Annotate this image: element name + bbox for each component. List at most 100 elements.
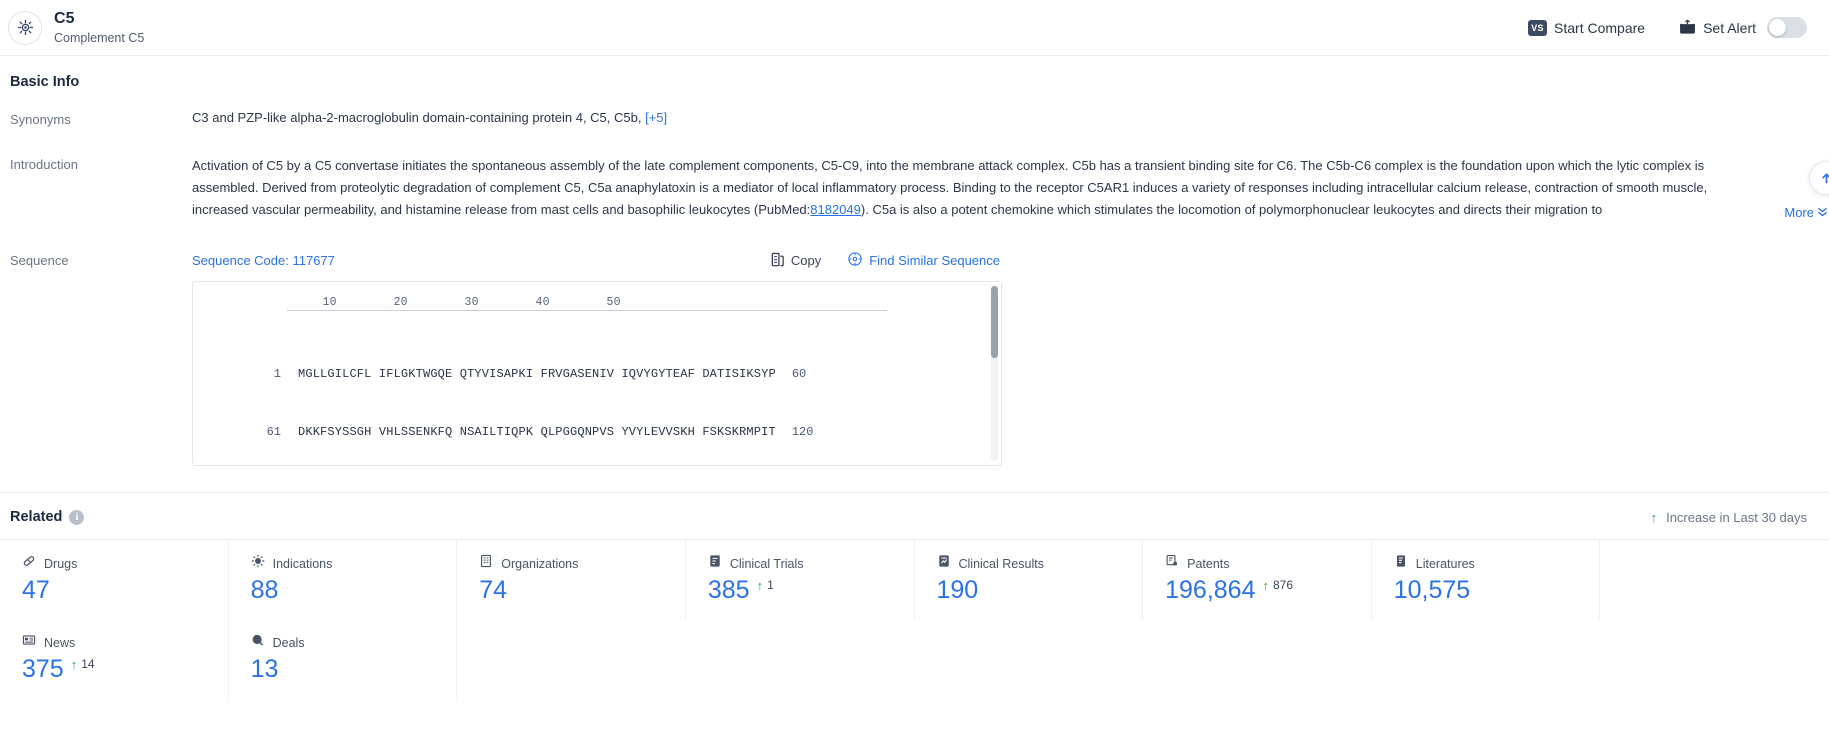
stat-label: Clinical Results xyxy=(958,556,1044,571)
up-arrow-icon: ↑ xyxy=(1262,578,1270,593)
up-arrow-icon: ↑ xyxy=(1650,509,1658,525)
building-icon xyxy=(479,554,493,573)
toggle-knob xyxy=(1769,19,1786,36)
stat-head: Organizations xyxy=(479,554,685,573)
stat-label: Literatures xyxy=(1415,556,1475,571)
clinical-trial-icon xyxy=(708,554,722,573)
synonyms-value: C3 and PZP-like alpha-2-macroglobulin do… xyxy=(192,110,1819,127)
stat-value: 74 xyxy=(479,576,508,604)
sequence-viewer[interactable]: 10 20 30 40 50 1 MGLLGILCFL IFLGKTWGQE Q… xyxy=(192,281,1002,466)
stat-value: 47 xyxy=(22,576,50,604)
related-stats-grid: Drugs 47 Indications 88 Organizations 74… xyxy=(0,539,1829,698)
stat-card-deals[interactable]: Deals 13 xyxy=(229,619,458,698)
more-link[interactable]: More xyxy=(1744,205,1829,221)
virus-icon xyxy=(251,554,265,573)
introduction-value: Activation of C5 by a C5 convertase init… xyxy=(192,155,1829,221)
clinical-result-icon xyxy=(937,554,951,573)
copy-icon xyxy=(770,252,785,270)
stat-value: 13 xyxy=(250,655,279,683)
target-name: C5 xyxy=(54,9,75,27)
stat-card-literatures[interactable]: Literatures 10,575 xyxy=(1372,540,1601,619)
stat-label: Deals xyxy=(272,635,305,650)
sequence-lines: 1 MGLLGILCFL IFLGKTWGQE QTYVISAPKI FRVGA… xyxy=(193,326,1001,465)
stat-card-organizations[interactable]: Organizations 74 xyxy=(457,540,686,619)
start-compare-label: Start Compare xyxy=(1554,19,1646,36)
stat-valrow: 13 xyxy=(251,657,457,682)
stat-valrow: 196,864 ↑ 876 xyxy=(1165,578,1371,603)
sequence-start-index: 61 xyxy=(266,425,281,440)
sequence-end-index: 60 xyxy=(791,366,807,381)
stat-label: Indications xyxy=(272,556,333,571)
info-icon[interactable]: i xyxy=(69,509,85,525)
stat-card-news[interactable]: News 375 ↑ 14 xyxy=(0,619,229,698)
find-similar-icon xyxy=(847,251,863,270)
sequence-residues: DKKFSYSSGH VHLSSENKFQ NSAILTIQPK QLPGGQN… xyxy=(298,425,776,440)
stat-label: Clinical Trials xyxy=(729,556,804,571)
stat-valrow: 88 xyxy=(251,578,457,603)
literature-icon xyxy=(1394,554,1408,573)
sequence-line: 61 DKKFSYSSGH VHLSSENKFQ NSAILTIQPK QLPG… xyxy=(193,423,1001,442)
app-header: C5 Complement C5 VS Start Compare Set Al… xyxy=(0,0,1829,56)
vs-icon: VS xyxy=(1528,19,1548,36)
page-title: C5 Complement C5 xyxy=(54,10,144,46)
stat-head: Deals xyxy=(251,633,457,652)
set-alert-toggle[interactable] xyxy=(1767,17,1807,38)
sequence-ruler: 10 20 30 40 50 xyxy=(287,296,621,309)
stat-value: 196,864 xyxy=(1165,576,1256,604)
related-header: Related i ↑ Increase in Last 30 days xyxy=(0,493,1829,525)
stat-card-indications[interactable]: Indications 88 xyxy=(229,540,458,619)
stat-card-empty xyxy=(1600,540,1829,619)
up-arrow-icon: ↑ xyxy=(756,578,764,593)
stat-valrow: 74 xyxy=(479,578,685,603)
stat-delta: ↑ 14 xyxy=(71,657,95,671)
sequence-end-index: 120 xyxy=(791,425,814,440)
stat-valrow: 375 ↑ 14 xyxy=(22,657,228,682)
stat-head: Clinical Results xyxy=(937,554,1143,573)
synonyms-text: C3 and PZP-like alpha-2-macroglobulin do… xyxy=(192,110,642,125)
stat-card-drugs[interactable]: Drugs 47 xyxy=(0,540,229,619)
copy-label: Copy xyxy=(790,253,822,268)
stat-value: 385 xyxy=(707,576,750,604)
stat-value: 88 xyxy=(250,576,279,604)
stat-valrow: 385 ↑ 1 xyxy=(708,578,914,603)
stat-delta-value: 1 xyxy=(767,578,774,592)
stat-head: Drugs xyxy=(22,554,228,573)
stat-delta: ↑ 876 xyxy=(1263,578,1294,592)
pill-icon xyxy=(22,554,36,573)
stat-card-patents[interactable]: Patents 196,864 ↑ 876 xyxy=(1143,540,1372,619)
sequence-header: Sequence Code: 117677 Copy Find Similar … xyxy=(192,251,1000,270)
synonyms-more-link[interactable]: [+5] xyxy=(645,110,667,125)
sequence-scrollbar-thumb[interactable] xyxy=(991,286,998,358)
deals-icon xyxy=(251,633,265,652)
sequence-label: Sequence xyxy=(10,253,69,268)
sequence-ruler-line xyxy=(287,310,887,311)
sequence-scrollbar[interactable] xyxy=(991,286,998,461)
find-similar-sequence-button[interactable]: Find Similar Sequence xyxy=(847,251,1000,270)
stat-value: 10,575 xyxy=(1393,576,1471,604)
copy-sequence-button[interactable]: Copy xyxy=(770,252,821,270)
basic-info-title: Basic Info xyxy=(10,74,80,90)
synonyms-row: Synonyms C3 and PZP-like alpha-2-macrogl… xyxy=(0,110,1829,127)
introduction-label: Introduction xyxy=(10,157,78,172)
stat-value: 190 xyxy=(936,576,979,604)
stat-label: Patents xyxy=(1187,556,1230,571)
stat-valrow: 10,575 xyxy=(1394,578,1600,603)
find-similar-label: Find Similar Sequence xyxy=(869,253,1000,268)
sequence-line: 1 MGLLGILCFL IFLGKTWGQE QTYVISAPKI FRVGA… xyxy=(193,365,1001,384)
up-arrow-icon: ↑ xyxy=(70,657,78,672)
news-icon xyxy=(22,633,36,652)
envelope-alert-icon xyxy=(1679,19,1696,37)
pubmed-link[interactable]: 8182049 xyxy=(810,202,861,217)
set-alert-control[interactable]: Set Alert xyxy=(1679,17,1807,38)
stat-card-clinical-results[interactable]: Clinical Results 190 xyxy=(915,540,1144,619)
sequence-code-link[interactable]: Sequence Code: 117677 xyxy=(192,253,335,268)
stat-head: Patents xyxy=(1165,554,1371,573)
start-compare-button[interactable]: VS Start Compare xyxy=(1528,19,1646,36)
stat-delta: ↑ 1 xyxy=(757,578,774,592)
related-title: Related xyxy=(10,509,63,525)
introduction-text: Activation of C5 by a C5 convertase init… xyxy=(192,155,1750,221)
sequence-row: Sequence Sequence Code: 117677 Copy Find… xyxy=(0,251,1829,466)
stat-card-clinical-trials[interactable]: Clinical Trials 385 ↑ 1 xyxy=(686,540,915,619)
increase-legend: ↑ Increase in Last 30 days xyxy=(1651,510,1807,525)
sequence-value: Sequence Code: 117677 Copy Find Similar … xyxy=(192,251,1819,466)
